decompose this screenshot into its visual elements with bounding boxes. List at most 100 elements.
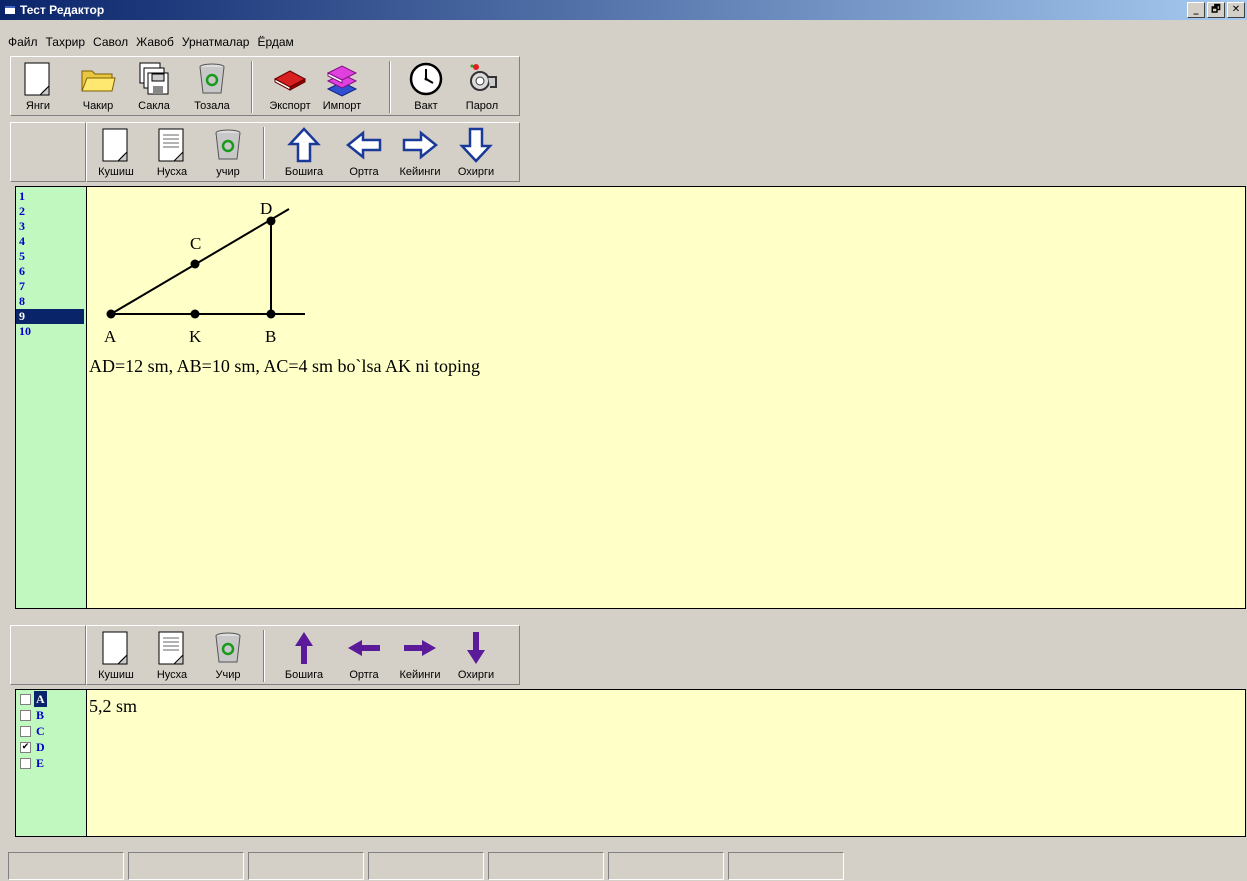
point-label-a: A [104, 327, 117, 346]
status-panel [368, 852, 484, 880]
arrow-right-solid-icon [404, 640, 436, 656]
option-checkbox-checked[interactable]: ✔ [20, 742, 31, 753]
arrow-up-outline-icon [287, 127, 321, 163]
option-checkbox[interactable] [20, 758, 31, 769]
status-panel [128, 852, 244, 880]
answer-next-button[interactable]: Кейинги [395, 626, 445, 684]
question-item[interactable]: 4 [16, 234, 84, 249]
menu-bar: Файл Тахрир Савол Жавоб Урнатмалар Ёрдам [0, 33, 298, 51]
question-copy-button[interactable]: Нусха [147, 123, 197, 181]
question-item[interactable]: 3 [16, 219, 84, 234]
answer-delete-button[interactable]: Учир [203, 626, 253, 684]
copy-doc-icon [158, 128, 184, 162]
option-item-c[interactable]: C [18, 723, 84, 739]
question-editor[interactable]: A K B C D AD=12 sm, AB=10 sm, AC=4 sm bo… [86, 186, 1246, 609]
question-item[interactable]: 10 [16, 324, 84, 339]
question-text: AD=12 sm, AB=10 sm, AC=4 sm bo`lsa AK ni… [89, 356, 480, 376]
menu-settings[interactable]: Урнатмалар [178, 33, 254, 51]
status-panel [248, 852, 364, 880]
answer-last-button[interactable]: Охирги [451, 626, 501, 684]
question-delete-button[interactable]: учир [203, 123, 253, 181]
window-title: Тест Редактор [20, 3, 105, 17]
menu-question[interactable]: Савол [89, 33, 132, 51]
import-button[interactable]: Импорт [317, 57, 367, 115]
book-red-icon [273, 70, 307, 91]
app-icon [5, 6, 15, 14]
restore-button[interactable]: 🗗 [1207, 2, 1225, 18]
key-icon [470, 64, 497, 91]
question-item[interactable]: 8 [16, 294, 84, 309]
new-doc-icon [24, 62, 50, 96]
question-last-button[interactable]: Охирги [451, 123, 501, 181]
status-panel [488, 852, 604, 880]
status-panel [608, 852, 724, 880]
question-list: 1 2 3 4 5 6 7 8 9 10 [15, 186, 87, 609]
clock-icon [409, 62, 443, 96]
minimize-button[interactable]: _ [1187, 2, 1205, 18]
option-checkbox[interactable] [20, 710, 31, 721]
point-label-c: C [190, 234, 201, 253]
question-item[interactable]: 1 [16, 189, 84, 204]
point-label-d: D [260, 199, 272, 218]
recycle-bin-icon [199, 63, 225, 94]
question-item[interactable]: 5 [16, 249, 84, 264]
password-button[interactable]: Парол [457, 57, 507, 115]
geometry-figure: A K B C D [104, 199, 305, 346]
save-disks-icon [139, 62, 169, 95]
recycle-bin-icon [215, 129, 241, 160]
books-stack-icon [326, 65, 358, 97]
arrow-right-outline-icon [402, 130, 438, 160]
status-panel [8, 852, 124, 880]
question-next-button[interactable]: Кейинги [395, 123, 445, 181]
answer-prev-button[interactable]: Ортга [339, 626, 389, 684]
main-toolbar: Янги Чакир Сакла Тозала Экспорт Импорт В… [0, 54, 1247, 118]
option-checkbox[interactable] [20, 694, 31, 705]
arrow-left-outline-icon [346, 130, 382, 160]
copy-doc-icon [158, 631, 184, 665]
question-first-button[interactable]: Бошига [279, 123, 329, 181]
option-item-e[interactable]: E [18, 755, 84, 771]
question-item[interactable]: 2 [16, 204, 84, 219]
new-button[interactable]: Янги [13, 57, 63, 115]
arrow-left-solid-icon [348, 640, 380, 656]
menu-help[interactable]: Ёрдам [253, 33, 297, 51]
option-item-a[interactable]: A [18, 691, 84, 707]
option-item-b[interactable]: B [18, 707, 84, 723]
answer-add-button[interactable]: Кушиш [91, 626, 141, 684]
answer-copy-button[interactable]: Нусха [147, 626, 197, 684]
answer-text: 5,2 sm [89, 696, 138, 716]
question-item-selected[interactable]: 9 [16, 309, 84, 324]
point-label-k: K [189, 327, 202, 346]
save-button[interactable]: Сакла [129, 57, 179, 115]
point-label-b: B [265, 327, 276, 346]
option-item-d[interactable]: ✔ D [18, 739, 84, 755]
option-checkbox[interactable] [20, 726, 31, 737]
answer-editor[interactable]: 5,2 sm [86, 689, 1246, 837]
question-add-button[interactable]: Кушиш [91, 123, 141, 181]
menu-file[interactable]: Файл [0, 33, 42, 51]
question-prev-button[interactable]: Ортга [339, 123, 389, 181]
status-bar [8, 852, 848, 880]
question-toolbar: Кушиш Нусха учир Бошига Ортга Кейинги Ох… [0, 120, 1247, 184]
menu-edit[interactable]: Тахрир [42, 33, 90, 51]
answer-options-list: A B C ✔ D E [15, 689, 87, 837]
open-button[interactable]: Чакир [73, 57, 123, 115]
close-button[interactable]: ✕ [1227, 2, 1245, 18]
answer-toolbar: Кушиш Нусха Учир Бошига Ортга Кейинги Ох… [0, 623, 1247, 687]
time-button[interactable]: Вакт [401, 57, 451, 115]
new-doc-icon [102, 631, 128, 665]
arrow-down-solid-icon [467, 632, 485, 664]
splitter[interactable] [0, 609, 1247, 623]
title-bar: Тест Редактор _ 🗗 ✕ [0, 0, 1247, 20]
menu-answer[interactable]: Жавоб [132, 33, 178, 51]
arrow-up-solid-icon [295, 632, 313, 664]
question-item[interactable]: 7 [16, 279, 84, 294]
answer-first-button[interactable]: Бошига [279, 626, 329, 684]
folder-open-icon [81, 70, 116, 92]
question-item[interactable]: 6 [16, 264, 84, 279]
recycle-bin-icon [215, 632, 241, 663]
export-button[interactable]: Экспорт [265, 57, 315, 115]
arrow-down-outline-icon [459, 127, 493, 163]
new-doc-icon [102, 128, 128, 162]
clear-button[interactable]: Тозала [187, 57, 237, 115]
